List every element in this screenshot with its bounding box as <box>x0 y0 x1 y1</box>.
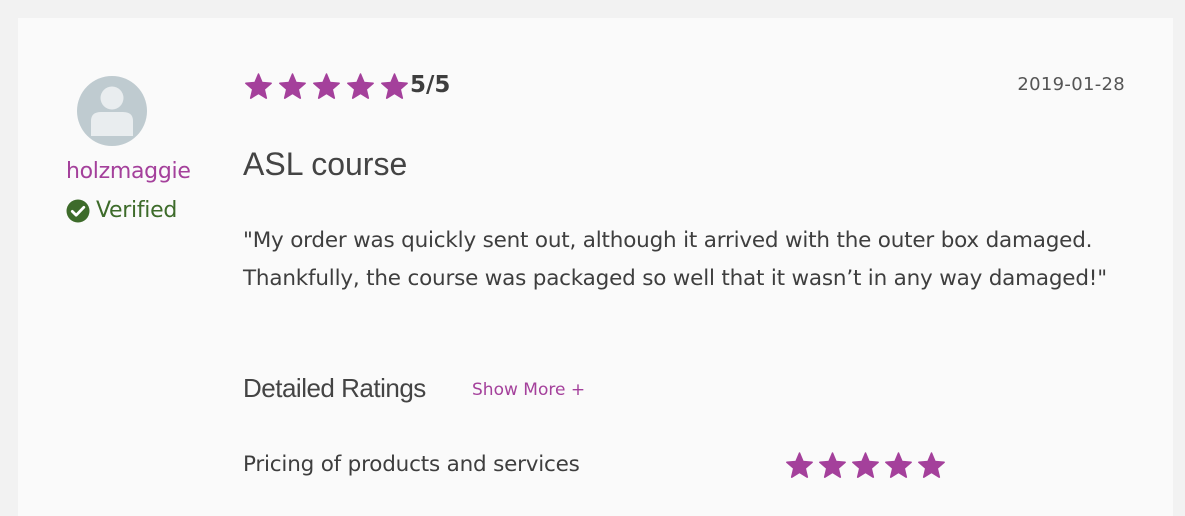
user-silhouette-icon <box>91 86 133 136</box>
show-more-link[interactable]: Show More + <box>472 380 585 400</box>
review-card: holzmaggie Verified 5/5 2019-01-28 ASL c… <box>18 18 1173 516</box>
star-icon <box>786 452 813 478</box>
reviewer-avatar <box>77 76 147 146</box>
star-icon <box>245 73 272 99</box>
star-icon <box>819 452 846 478</box>
star-icon <box>347 73 374 99</box>
star-icon <box>313 73 340 99</box>
check-circle-icon <box>66 199 90 222</box>
review-date: 2019-01-28 <box>1017 74 1125 95</box>
star-icon <box>852 452 879 478</box>
star-icon <box>279 73 306 99</box>
verified-label: Verified <box>96 198 177 223</box>
reviewer-name: holzmaggie <box>66 159 191 184</box>
pricing-star-rating <box>786 452 945 479</box>
detailed-ratings-title: Detailed Ratings <box>243 373 426 403</box>
review-title: ASL course <box>243 146 408 182</box>
star-icon <box>918 452 945 478</box>
verified-badge: Verified <box>66 198 177 223</box>
overall-star-rating <box>245 73 408 100</box>
star-icon <box>885 452 912 478</box>
star-icon <box>381 73 408 99</box>
rating-label-pricing: Pricing of products and services <box>243 452 580 477</box>
rating-score: 5/5 <box>410 72 451 98</box>
review-body: "My order was quickly sent out, although… <box>243 228 1107 291</box>
